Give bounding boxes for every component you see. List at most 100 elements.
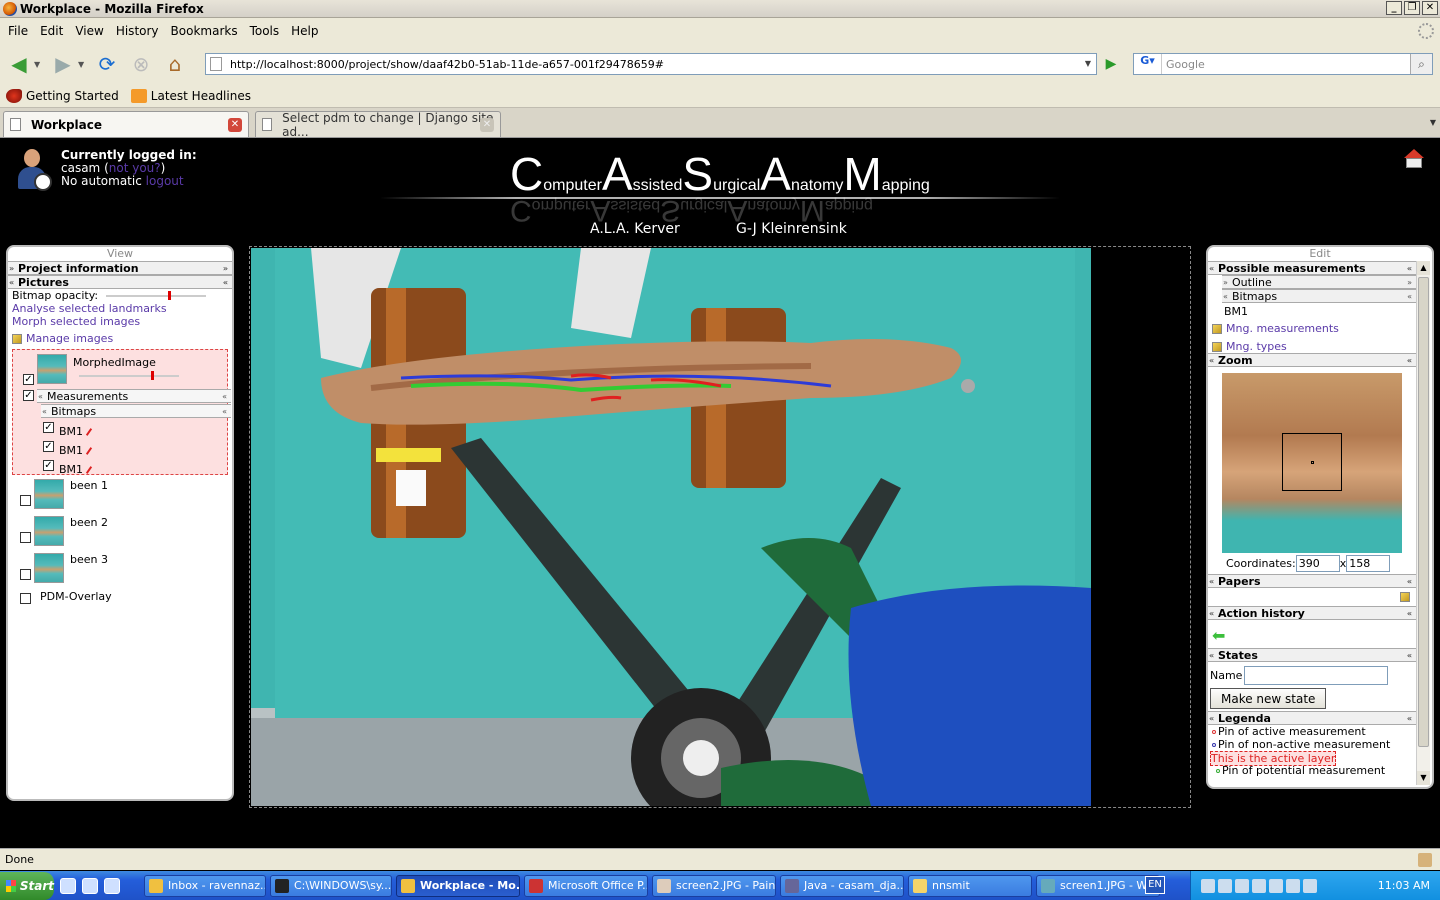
pencil-icon[interactable] — [85, 447, 93, 455]
network-tray-icon[interactable] — [1218, 878, 1232, 893]
tab-list-dropdown[interactable]: ▼ — [1430, 118, 1436, 127]
language-indicator[interactable]: EN — [1145, 876, 1165, 894]
sound-tray-icon[interactable] — [1303, 878, 1317, 893]
scroll-up-icon[interactable]: ▲ — [1417, 261, 1430, 275]
back-history-dropdown[interactable]: ▼ — [34, 60, 44, 69]
euro-tray-icon[interactable] — [1286, 878, 1300, 893]
security-tray-icon[interactable] — [1252, 878, 1266, 893]
zoom-header[interactable]: «Zoom « — [1208, 353, 1416, 367]
bitmaps-header-right[interactable]: «Bitmaps « — [1222, 289, 1416, 303]
make-new-state-button[interactable]: Make new state — [1210, 688, 1327, 709]
project-information-header[interactable]: » Project information» — [8, 261, 232, 275]
keyboard-tray-icon[interactable] — [1201, 878, 1215, 893]
undo-arrow-icon[interactable]: ⬅ — [1208, 620, 1416, 648]
bitmap-item-1[interactable]: BM1 — [59, 425, 93, 438]
morphed-image-checkbox[interactable]: ✓ — [23, 374, 34, 385]
task-office[interactable]: Microsoft Office P... — [524, 874, 648, 897]
url-history-dropdown[interactable]: ▼ — [1080, 54, 1096, 74]
task-workplace[interactable]: Workplace - Mo... — [396, 874, 520, 897]
close-window-button[interactable]: ✕ — [1422, 1, 1438, 15]
mng-types-link[interactable]: Mng. types — [1226, 340, 1287, 353]
outline-header[interactable]: » Outline» — [1222, 275, 1416, 289]
task-paint[interactable]: screen2.JPG - Paint — [652, 874, 776, 897]
filter-tray-icon[interactable] — [1235, 878, 1249, 893]
morph-images-link[interactable]: Morph selected images — [8, 315, 232, 328]
bitmap-opacity-slider[interactable] — [105, 291, 206, 300]
go-button[interactable]: ▶ — [1100, 53, 1122, 75]
mng-types-row[interactable]: Mng. types — [1208, 340, 1416, 353]
java-tray-icon[interactable] — [1269, 878, 1283, 893]
back-button[interactable]: ◀ — [4, 49, 34, 79]
image-thumbnail-3[interactable] — [34, 553, 64, 583]
morphed-opacity-knob[interactable] — [151, 371, 154, 380]
tab-django-admin[interactable]: Select pdm to change | Django site ad...… — [255, 111, 501, 139]
logout-link[interactable]: logout — [146, 174, 184, 188]
zoom-preview[interactable] — [1222, 373, 1402, 553]
papers-header[interactable]: «Papers « — [1208, 574, 1416, 588]
task-java[interactable]: Java - casam_dja... — [780, 874, 904, 897]
bitmap-item-2[interactable]: BM1 — [59, 444, 93, 457]
quicklaunch-ie-icon[interactable] — [60, 877, 76, 894]
mng-measurements-link[interactable]: Mng. measurements — [1226, 322, 1339, 335]
stop-button[interactable]: ⊗ — [126, 49, 156, 79]
bookmark-latest-headlines[interactable]: Latest Headlines — [130, 88, 251, 103]
image-thumbnail-2[interactable] — [34, 516, 64, 546]
add-paper-icon[interactable] — [1400, 592, 1410, 602]
analyse-landmarks-link[interactable]: Analyse selected landmarks — [8, 302, 232, 315]
image-checkbox-1[interactable] — [20, 495, 31, 506]
pencil-icon[interactable] — [85, 428, 93, 436]
task-inbox[interactable]: Inbox - ravennaz... — [144, 874, 266, 897]
workspace-canvas[interactable] — [249, 246, 1191, 808]
anatomy-photo[interactable] — [251, 248, 1091, 806]
coord-y-input[interactable] — [1346, 555, 1391, 572]
url-text[interactable]: http://localhost:8000/project/show/daaf4… — [230, 58, 664, 71]
pictures-header[interactable]: «Pictures « — [8, 275, 232, 289]
close-tab-icon[interactable]: ✕ — [480, 118, 494, 132]
task-screen1[interactable]: screen1.JPG - Wi... — [1036, 874, 1160, 897]
close-tab-icon[interactable]: ✕ — [228, 118, 242, 132]
image-thumbnail-1[interactable] — [34, 479, 64, 509]
menu-help[interactable]: Help — [285, 24, 324, 38]
task-cmd[interactable]: C:\WINDOWS\sy... — [270, 874, 392, 897]
menu-view[interactable]: View — [69, 24, 109, 38]
scroll-thumb[interactable] — [1418, 277, 1429, 747]
scroll-down-icon[interactable]: ▼ — [1417, 771, 1430, 785]
morphed-image-thumbnail[interactable] — [37, 354, 67, 384]
legenda-header[interactable]: «Legenda « — [1208, 711, 1416, 725]
search-placeholder[interactable]: Google — [1166, 58, 1205, 71]
bitmap-checkbox-3[interactable]: ✓ — [43, 460, 54, 471]
bitmap-checkbox-2[interactable]: ✓ — [43, 441, 54, 452]
pencil-icon[interactable] — [85, 466, 93, 474]
google-engine-icon[interactable]: G▾ — [1134, 54, 1162, 74]
bookmark-getting-started[interactable]: Getting Started — [6, 88, 119, 103]
not-you-link[interactable]: not you? — [109, 161, 161, 175]
home-icon[interactable] — [1404, 149, 1424, 169]
menu-tools[interactable]: Tools — [244, 24, 286, 38]
states-header[interactable]: «States « — [1208, 648, 1416, 662]
task-nnsmit[interactable]: nnsmit — [908, 874, 1032, 897]
restore-button[interactable]: ❐ — [1404, 1, 1420, 15]
home-button[interactable]: ⌂ — [160, 49, 190, 79]
quicklaunch-clock-icon[interactable] — [104, 877, 120, 894]
tab-workplace[interactable]: Workplace ✕ — [3, 111, 249, 137]
menu-history[interactable]: History — [110, 24, 165, 38]
system-clock[interactable]: 11:03 AM — [1378, 879, 1430, 892]
menu-file[interactable]: File — [2, 24, 34, 38]
search-icon[interactable]: ⌕ — [1410, 54, 1432, 74]
url-bar[interactable]: http://localhost:8000/project/show/daaf4… — [205, 53, 1097, 75]
manage-images-row[interactable]: Manage images — [8, 332, 232, 345]
quicklaunch-media-icon[interactable] — [82, 877, 98, 894]
bitmap-opacity-knob[interactable] — [167, 291, 171, 300]
bitmaps-header[interactable]: «Bitmaps « — [41, 404, 231, 418]
edit-panel-scrollbar[interactable]: ▲ ▼ — [1416, 261, 1430, 785]
measurements-checkbox[interactable]: ✓ — [23, 390, 34, 401]
measurements-header[interactable]: «Measurements « — [37, 389, 231, 403]
image-checkbox-2[interactable] — [20, 532, 31, 543]
mng-measurements-row[interactable]: Mng. measurements — [1208, 322, 1416, 335]
search-bar[interactable]: G▾ Google ⌕ — [1133, 53, 1433, 75]
menu-edit[interactable]: Edit — [34, 24, 69, 38]
image-checkbox-3[interactable] — [20, 569, 31, 580]
possible-measurements-header[interactable]: «Possible measurements « — [1208, 261, 1416, 275]
manage-images-link[interactable]: Manage images — [26, 332, 113, 345]
pdm-overlay-checkbox[interactable] — [20, 593, 31, 604]
